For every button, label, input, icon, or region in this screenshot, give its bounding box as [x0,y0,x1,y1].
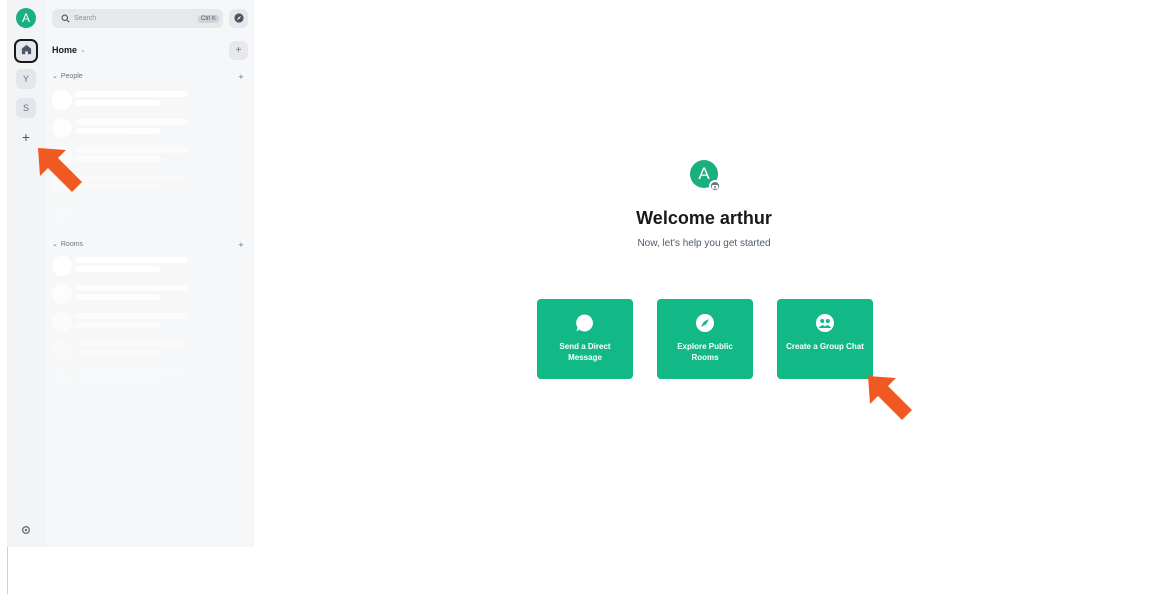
home-icon [21,42,32,60]
action-label: Send a Direct Message [559,342,611,362]
room-list-panel: Search Ctrl K Home ⌄ + ⌄ People + ⌄ Room… [45,0,254,547]
skeleton-row [52,311,192,333]
annotation-arrow-icon [38,148,82,192]
search-shortcut: Ctrl K [198,14,219,23]
app-window: A Y S + Search Ctrl K Home ⌄ + ⌄ People … [0,0,1153,594]
search-box[interactable]: Search Ctrl K [52,9,223,28]
space-item-s[interactable]: S [16,98,36,118]
space-item-y[interactable]: Y [16,69,36,89]
section-label: People [60,72,83,80]
action-label: Explore Public Rooms [677,342,733,362]
people-section-header[interactable]: ⌄ People [52,72,83,81]
action-label: Create a Group Chat [786,342,864,351]
create-space-button[interactable]: + [19,130,33,144]
window-edge [7,547,8,594]
explore-public-rooms-button[interactable]: Explore Public Rooms [657,299,753,379]
skeleton-row [52,89,192,111]
skeleton-row [52,255,192,277]
add-room-button[interactable]: + [229,41,248,60]
annotation-arrow-icon [868,376,912,420]
compass-icon [695,313,715,333]
group-icon [815,313,835,333]
skeleton-row [52,339,192,361]
home-header[interactable]: Home ⌄ [52,45,86,55]
add-people-button[interactable]: + [236,72,246,82]
camera-icon[interactable] [709,180,721,192]
skeleton-row [52,117,192,139]
user-avatar[interactable]: A [16,8,36,28]
chevron-down-icon: ⌄ [80,47,86,54]
chevron-down-icon: ⌄ [52,73,58,80]
gear-icon [21,524,31,538]
compass-icon [233,10,244,28]
skeleton-row [52,283,192,305]
skeleton-row [52,367,192,389]
search-icon [56,14,74,23]
home-title: Home [52,45,78,55]
space-bar: A Y S + [7,0,45,547]
welcome-subtitle: Now, let's help you get started [637,238,771,249]
explore-rooms-button[interactable] [229,9,248,28]
send-direct-message-button[interactable]: Send a Direct Message [537,299,633,379]
search-placeholder: Search [74,15,97,22]
quick-settings-button[interactable] [19,524,33,538]
chat-bubble-icon [575,313,595,333]
home-space-button[interactable] [14,39,38,63]
create-group-chat-button[interactable]: Create a Group Chat [777,299,873,379]
welcome-title: Welcome arthur [636,208,772,228]
